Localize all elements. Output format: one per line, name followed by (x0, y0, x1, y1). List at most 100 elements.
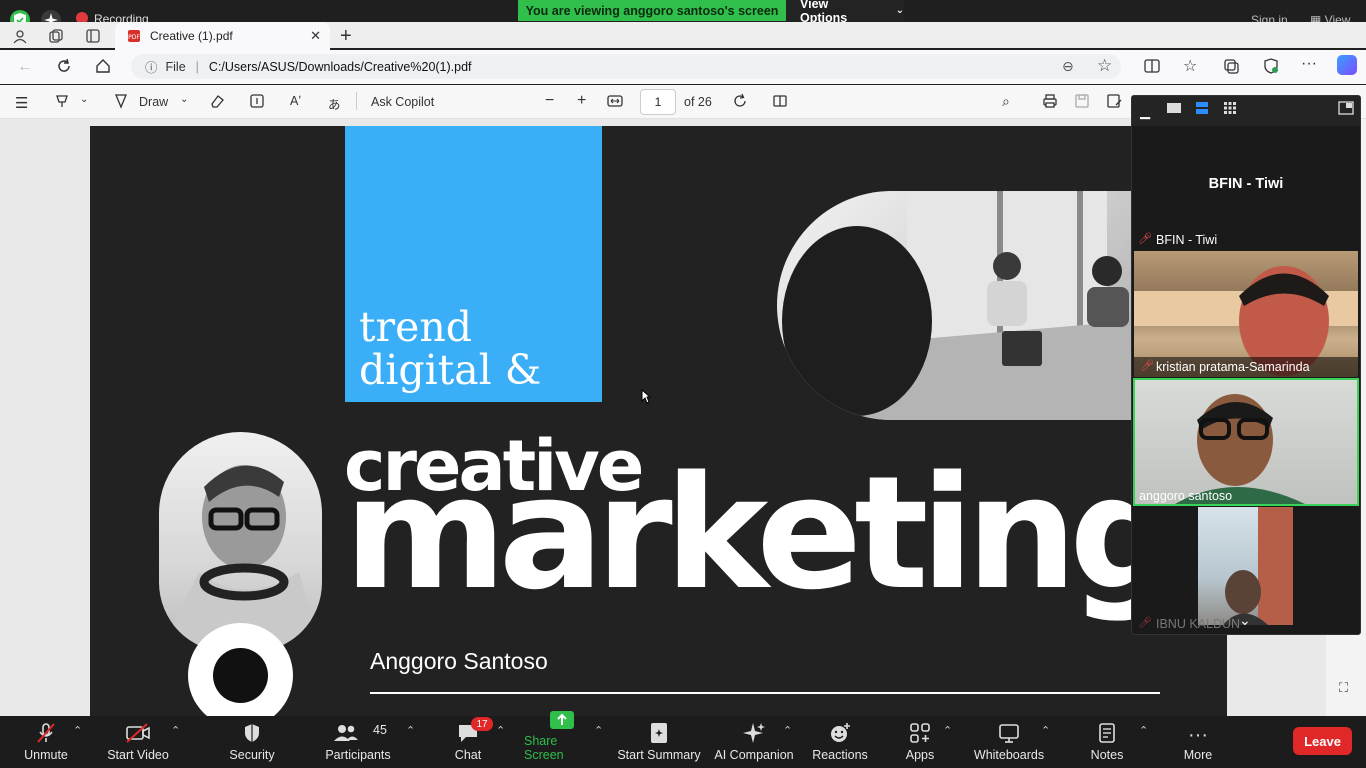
more-button[interactable]: ··· More (1180, 716, 1216, 768)
info-icon[interactable]: ⓘ (145, 57, 158, 76)
add-text-icon[interactable] (249, 93, 265, 109)
chevron-up-icon[interactable]: ⌃ (171, 724, 180, 737)
workspaces-icon[interactable] (48, 28, 64, 44)
new-tab-icon[interactable]: + (340, 25, 352, 48)
more-options-icon[interactable]: ··· (1301, 55, 1317, 73)
participants-icon (333, 722, 359, 744)
favorite-star-icon[interactable]: ☆ (1097, 56, 1112, 76)
apps-grid-icon (909, 722, 931, 744)
url-scheme-label: File (165, 59, 186, 74)
ai-sparkle-icon (742, 722, 766, 744)
slide-subtitle-line1: trend (359, 303, 472, 351)
minimize-icon[interactable]: ▁ (1140, 104, 1150, 120)
contents-list-icon[interactable]: ☰ (15, 94, 28, 112)
ai-companion-label: AI Companion (714, 748, 794, 762)
participant-name-kristian: kristian pratama-Samarinda (1156, 360, 1310, 374)
chat-label: Chat (454, 748, 482, 762)
fit-to-width-icon[interactable] (607, 93, 623, 109)
highlight-icon[interactable] (54, 93, 70, 109)
chevron-up-icon[interactable]: ⌃ (406, 724, 415, 737)
ask-copilot-button[interactable]: Ask Copilot (371, 95, 434, 109)
active-participant-name: BFIN - Tiwi (1208, 176, 1284, 192)
save-icon[interactable] (1074, 93, 1090, 109)
page-number-input[interactable]: 1 (640, 89, 676, 115)
leave-button[interactable]: Leave (1293, 727, 1352, 755)
whiteboards-button[interactable]: Whiteboards (972, 716, 1046, 768)
draw-pen-icon[interactable] (114, 93, 128, 109)
rotate-icon[interactable] (732, 93, 748, 109)
smiley-icon (829, 722, 851, 744)
profile-icon[interactable] (12, 28, 28, 44)
pop-out-icon[interactable] (1338, 101, 1354, 115)
favorites-icon[interactable]: ☆ (1183, 56, 1197, 76)
split-screen-icon[interactable] (1143, 57, 1161, 75)
security-button[interactable]: Security (226, 716, 278, 768)
read-aloud-icon[interactable]: Aʼ (290, 94, 301, 108)
zoom-out-minus-icon[interactable]: − (545, 92, 554, 110)
chevron-down-icon[interactable]: ⌄ (180, 94, 188, 105)
chevron-up-icon[interactable]: ⌃ (496, 724, 505, 737)
pdf-slide-page: trend digital & marketing creative Anggo… (90, 126, 1227, 716)
print-icon[interactable] (1042, 93, 1058, 109)
pdf-file-icon: PDF (127, 29, 141, 43)
start-video-button[interactable]: Start Video (104, 716, 172, 768)
apps-button[interactable]: Apps (900, 716, 940, 768)
search-icon[interactable]: ⌕ (1002, 93, 1010, 110)
vertical-tabs-icon[interactable] (85, 28, 101, 44)
svg-text:PDF: PDF (128, 34, 140, 41)
chevron-up-icon[interactable]: ⌃ (943, 724, 952, 737)
share-screen-icon (549, 710, 575, 730)
chevron-up-icon[interactable]: ⌃ (1041, 724, 1050, 737)
zoom-in-plus-icon[interactable]: + (577, 92, 586, 110)
summary-doc-icon (649, 722, 669, 744)
chevron-down-icon[interactable]: ⌄ (80, 94, 88, 105)
notes-label: Notes (1090, 748, 1124, 762)
decorative-ring-center (213, 648, 268, 703)
tab-title: Creative (1).pdf (150, 29, 233, 43)
muted-mic-icon: 🎤︎ (1138, 617, 1152, 629)
speaker-view-icon[interactable] (1167, 103, 1181, 113)
participant-count: 45 (373, 723, 387, 737)
mouse-pointer-icon (641, 389, 651, 404)
tab-creative-pdf[interactable]: PDF Creative (1).pdf ✕ (115, 22, 330, 50)
unmute-button[interactable]: Unmute (18, 716, 74, 768)
zoom-out-icon[interactable]: ⊖ (1062, 58, 1074, 75)
chevron-up-icon[interactable]: ⌃ (783, 724, 792, 737)
back-arrow-icon[interactable]: ← (17, 58, 33, 76)
reactions-button[interactable]: Reactions (812, 716, 868, 768)
speaker-portrait-image (159, 432, 322, 652)
save-as-icon[interactable] (1106, 93, 1122, 109)
video-tile-ibnu[interactable] (1198, 507, 1293, 625)
address-bar[interactable]: ⓘ File | C:/Users/ASUS/Downloads/Creativ… (131, 54, 1121, 79)
page-total-label: of 26 (684, 95, 712, 109)
chevron-up-icon[interactable]: ⌃ (1139, 724, 1148, 737)
notes-button[interactable]: Notes (1087, 716, 1127, 768)
chevron-up-icon[interactable]: ⌃ (594, 724, 603, 737)
translate-icon[interactable]: あ (328, 94, 341, 113)
eraser-icon[interactable] (209, 93, 225, 109)
video-tile-anggoro[interactable]: anggoro santoso (1133, 378, 1359, 506)
video-off-icon (125, 722, 151, 744)
screenshot-capture-icon[interactable]: ⛶ (1339, 680, 1348, 696)
close-icon[interactable]: ✕ (310, 28, 321, 44)
start-summary-button[interactable]: Start Summary (615, 716, 703, 768)
collections-icon[interactable] (1222, 57, 1240, 75)
view-options-button[interactable]: View Options ⌄ (786, 0, 904, 25)
slide-subtitle-line2: digital & (359, 346, 542, 394)
strip-view-icon[interactable] (1195, 101, 1209, 115)
browser-essentials-icon[interactable] (1262, 57, 1280, 75)
copilot-icon[interactable] (1337, 55, 1357, 75)
url-separator: | (195, 59, 199, 74)
view-options-label: View Options (800, 0, 848, 25)
muted-mic-icon (35, 722, 57, 744)
video-tile-kristian[interactable]: 🎤︎ kristian pratama-Samarinda (1134, 251, 1358, 377)
gallery-grid-icon[interactable] (1223, 101, 1237, 115)
url-text[interactable]: C:/Users/ASUS/Downloads/Creative%20(1).p… (209, 60, 472, 74)
chevron-up-icon[interactable]: ⌃ (73, 724, 82, 737)
draw-button[interactable]: Draw (139, 95, 168, 109)
page-view-icon[interactable] (772, 93, 788, 109)
home-icon[interactable] (94, 57, 112, 75)
share-screen-button[interactable]: Share Screen (524, 711, 600, 768)
refresh-icon[interactable] (55, 57, 73, 75)
chevron-down-icon[interactable]: ⌄ (1239, 612, 1251, 629)
